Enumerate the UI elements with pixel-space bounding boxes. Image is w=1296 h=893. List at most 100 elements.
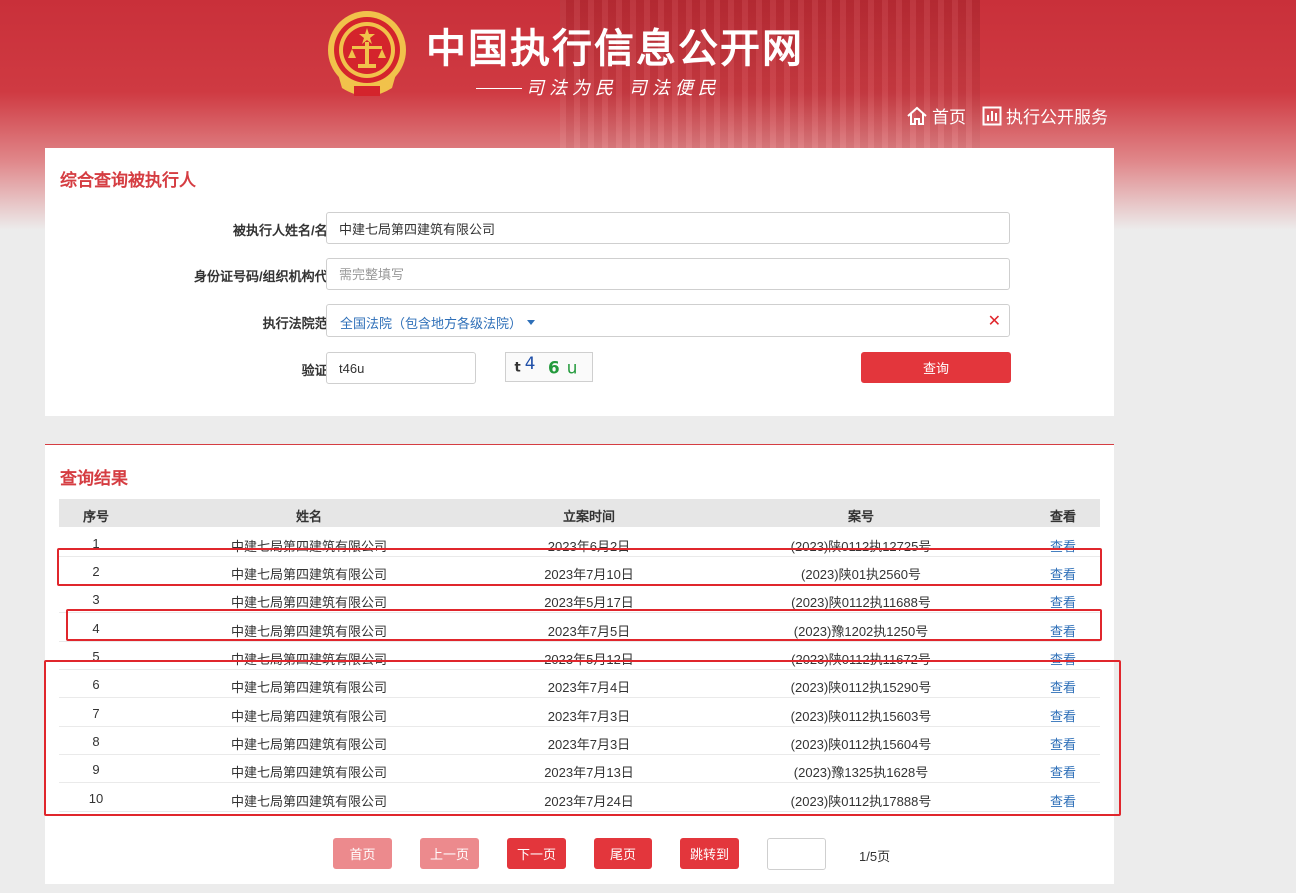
row-case-number: (2023)陕0112执15603号 <box>790 709 932 724</box>
table-row: 1 中建七局第四建筑有限公司 2023年6月2日 (2023)陕0112执12725号… <box>59 529 1100 557</box>
table-row: 2 中建七局第四建筑有限公司 2023年7月10日 (2023)陕01执2560号 查看 <box>59 557 1100 585</box>
col-header-date: 立案时间 <box>562 509 615 524</box>
row-view-link[interactable]: 查看 <box>1027 677 1099 696</box>
page-info: 1/5页 <box>859 849 891 864</box>
court-select-value: 全国法院（包含地方各级法院） <box>340 316 523 331</box>
nav-execution-services-label: 执行公开服务 <box>1006 108 1108 127</box>
row-case-number: (2023)陕0112执17888号 <box>790 794 932 809</box>
row-case-number: (2023)陕01执2560号 <box>801 567 921 582</box>
row-date: 2023年5月12日 <box>544 652 634 667</box>
top-nav: 首页 执行公开服务 <box>906 103 1108 128</box>
search-panel-title: 综合查询被执行人 <box>60 171 196 190</box>
nav-execution-services[interactable]: 执行公开服务 <box>982 103 1108 128</box>
row-index: 6 <box>92 677 100 692</box>
nav-home[interactable]: 首页 <box>906 103 966 128</box>
row-name: 中建七局第四建筑有限公司 <box>230 680 387 695</box>
col-header-case: 案号 <box>847 509 874 524</box>
court-select[interactable]: 全国法院（包含地方各级法院） ✕ <box>326 304 1010 337</box>
table-row: 4 中建七局第四建筑有限公司 2023年7月5日 (2023)豫1202执1250号 查… <box>59 614 1100 642</box>
row-view-link[interactable]: 查看 <box>1027 536 1099 555</box>
row-date: 2023年7月13日 <box>544 765 634 780</box>
name-input[interactable] <box>326 212 1010 244</box>
col-header-name: 姓名 <box>295 509 322 524</box>
row-index: 10 <box>88 791 104 806</box>
pager-jump-button[interactable]: 跳转到 <box>680 838 739 869</box>
clear-icon[interactable]: ✕ <box>988 311 1001 331</box>
chevron-down-icon <box>527 320 535 325</box>
pager-next-button[interactable]: 下一页 <box>507 838 566 869</box>
row-view-link[interactable]: 查看 <box>1027 592 1099 611</box>
row-name: 中建七局第四建筑有限公司 <box>230 624 387 639</box>
slogan-divider <box>476 88 522 89</box>
row-index: 9 <box>92 762 100 777</box>
row-view-link[interactable]: 查看 <box>1027 621 1099 640</box>
row-date: 2023年7月24日 <box>544 794 634 809</box>
row-name: 中建七局第四建筑有限公司 <box>230 794 387 809</box>
row-index: 3 <box>92 592 100 607</box>
row-date: 2023年6月2日 <box>547 539 631 554</box>
row-view-link[interactable]: 查看 <box>1027 734 1099 753</box>
captcha-input[interactable] <box>326 352 476 384</box>
id-label: 身份证号码/组织机构代码: <box>194 269 345 284</box>
captcha-image[interactable]: t 4 6 u <box>505 352 593 382</box>
search-panel: 综合查询被执行人 被执行人姓名/名称: 身份证号码/组织机构代码: 执行法院范围… <box>45 148 1114 416</box>
row-name: 中建七局第四建筑有限公司 <box>230 709 387 724</box>
row-case-number: (2023)豫1202执1250号 <box>793 624 929 639</box>
captcha-char-2: 4 <box>525 353 536 373</box>
court-emblem-icon <box>328 11 406 96</box>
row-case-number: (2023)陕0112执15604号 <box>790 737 932 752</box>
row-view-link[interactable]: 查看 <box>1027 791 1099 810</box>
row-case-number: (2023)陕0112执11688号 <box>791 595 931 610</box>
results-panel-title: 查询结果 <box>60 469 128 488</box>
row-index: 2 <box>92 564 100 579</box>
row-view-link[interactable]: 查看 <box>1027 706 1099 725</box>
col-header-index: 序号 <box>82 509 109 524</box>
table-row: 3 中建七局第四建筑有限公司 2023年5月17日 (2023)陕0112执11688… <box>59 585 1100 613</box>
home-icon <box>907 106 927 125</box>
pager-prev-button[interactable]: 上一页 <box>420 838 479 869</box>
row-index: 8 <box>92 734 100 749</box>
query-button[interactable]: 查询 <box>861 352 1011 383</box>
row-view-link[interactable]: 查看 <box>1027 762 1099 781</box>
id-input[interactable] <box>326 258 1010 290</box>
chart-icon <box>982 106 1002 125</box>
row-view-link[interactable]: 查看 <box>1027 649 1099 668</box>
pager-last-button[interactable]: 尾页 <box>594 838 652 869</box>
col-header-view: 查看 <box>1049 509 1076 524</box>
row-index: 4 <box>92 621 100 636</box>
row-date: 2023年7月5日 <box>547 624 631 639</box>
captcha-char-1: t <box>514 361 520 376</box>
results-table-header: 序号 姓名 立案时间 案号 查看 <box>59 499 1100 527</box>
pager-first-button[interactable]: 首页 <box>333 838 392 869</box>
row-name: 中建七局第四建筑有限公司 <box>230 595 387 610</box>
row-case-number: (2023)豫1325执1628号 <box>793 765 929 780</box>
row-index: 5 <box>92 649 100 664</box>
table-row: 9 中建七局第四建筑有限公司 2023年7月13日 (2023)豫1325执1628号… <box>59 755 1100 783</box>
row-date: 2023年5月17日 <box>544 595 634 610</box>
row-date: 2023年7月3日 <box>547 737 631 752</box>
row-name: 中建七局第四建筑有限公司 <box>230 652 387 667</box>
row-name: 中建七局第四建筑有限公司 <box>230 567 387 582</box>
table-row: 5 中建七局第四建筑有限公司 2023年5月12日 (2023)陕0112执11672… <box>59 642 1100 670</box>
row-case-number: (2023)陕0112执15290号 <box>790 680 932 695</box>
captcha-char-4: u <box>567 358 578 378</box>
page-number-input[interactable] <box>767 838 826 870</box>
row-case-number: (2023)陕0112执11672号 <box>791 652 931 667</box>
table-row: 6 中建七局第四建筑有限公司 2023年7月4日 (2023)陕0112执15290号… <box>59 670 1100 698</box>
site-slogan: 司法为民 司法便民 <box>526 78 721 99</box>
captcha-char-3: 6 <box>548 358 560 378</box>
table-row: 7 中建七局第四建筑有限公司 2023年7月3日 (2023)陕0112执15603号… <box>59 699 1100 727</box>
nav-home-label: 首页 <box>932 108 966 127</box>
row-index: 7 <box>92 706 100 721</box>
table-row: 8 中建七局第四建筑有限公司 2023年7月3日 (2023)陕0112执15604号… <box>59 727 1100 755</box>
row-view-link[interactable]: 查看 <box>1027 564 1099 583</box>
table-row: 10 中建七局第四建筑有限公司 2023年7月24日 (2023)陕0112执1788… <box>59 784 1100 812</box>
row-name: 中建七局第四建筑有限公司 <box>230 539 387 554</box>
row-date: 2023年7月4日 <box>547 680 631 695</box>
site-title: 中国执行信息公开网 <box>426 26 804 72</box>
row-index: 1 <box>92 536 100 551</box>
results-panel: 查询结果 序号 姓名 立案时间 案号 查看 1 中建七局第四建筑有限公司 2023年… <box>45 444 1114 884</box>
row-date: 2023年7月10日 <box>544 567 634 582</box>
row-name: 中建七局第四建筑有限公司 <box>230 765 387 780</box>
row-name: 中建七局第四建筑有限公司 <box>230 737 387 752</box>
